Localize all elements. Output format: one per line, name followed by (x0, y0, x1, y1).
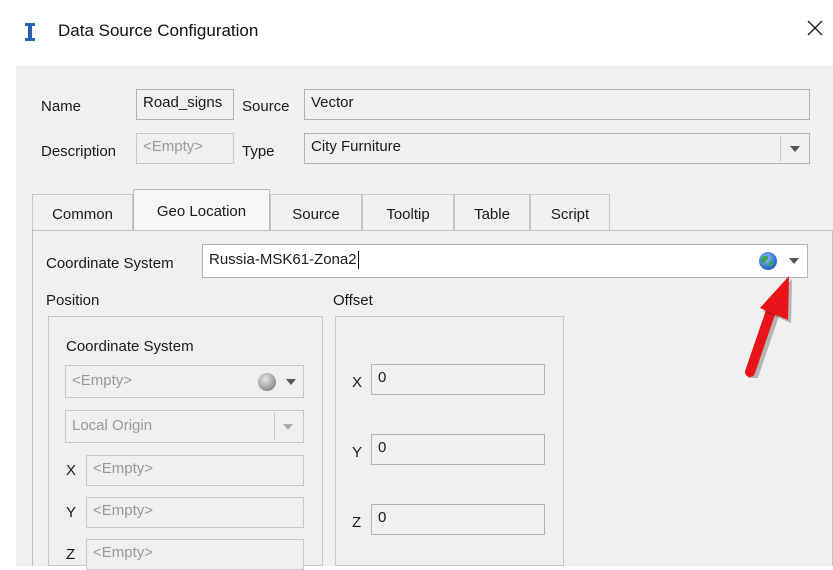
tab-tooltip[interactable]: Tooltip (362, 194, 454, 230)
tab-geo-location[interactable]: Geo Location (133, 189, 270, 231)
position-x-label: X (66, 462, 77, 479)
position-x-field[interactable]: <Empty> (86, 455, 304, 486)
offset-label: Offset (333, 292, 373, 309)
offset-y-field[interactable]: 0 (371, 434, 545, 465)
name-label: Name (41, 98, 82, 115)
red-arrow-icon (745, 276, 792, 378)
app-i-icon (25, 23, 35, 41)
offset-z-label: Z (352, 514, 362, 531)
coordinate-system-dropdown-arrow[interactable] (789, 258, 799, 264)
origin-dropdown[interactable]: Local Origin (65, 410, 304, 443)
source-label: Source (242, 98, 290, 115)
origin-dropdown-separator (274, 413, 275, 440)
name-field[interactable]: Road_signs (136, 89, 234, 120)
description-label: Description (41, 143, 117, 160)
chevron-down-icon[interactable] (790, 146, 800, 152)
offset-x-label: X (352, 374, 363, 391)
position-label: Position (46, 292, 100, 309)
tab-table[interactable]: Table (454, 194, 530, 230)
offset-z-field[interactable]: 0 (371, 504, 545, 535)
position-y-label: Y (66, 504, 77, 521)
tab-script[interactable]: Script (530, 194, 610, 230)
position-cs-value: <Empty> (72, 372, 133, 389)
type-dropdown[interactable]: City Furniture (304, 133, 810, 164)
origin-value: Local Origin (72, 417, 153, 434)
coordinate-system-value: Russia-MSK61-Zona2 (209, 251, 357, 268)
close-icon[interactable] (804, 17, 826, 39)
coordinate-system-combobox[interactable]: Russia-MSK61-Zona2 (202, 244, 808, 278)
position-cs-dropdown-arrow[interactable] (286, 379, 296, 385)
title-bar: Data Source Configuration (0, 0, 833, 66)
position-z-label: Z (66, 546, 76, 563)
type-dropdown-separator (780, 136, 781, 161)
offset-x-field[interactable]: 0 (371, 364, 545, 395)
type-label: Type (242, 143, 275, 160)
text-cursor (357, 251, 359, 270)
tab-source[interactable]: Source (270, 194, 362, 230)
origin-chevron-down-icon[interactable] (283, 424, 293, 430)
description-field[interactable]: <Empty> (136, 133, 234, 164)
source-field[interactable]: Vector (304, 89, 810, 120)
coordinate-system-label: Coordinate System (46, 255, 174, 272)
globe-disabled-icon (258, 373, 276, 391)
tab-common[interactable]: Common (32, 194, 133, 230)
position-z-field[interactable]: <Empty> (86, 539, 304, 570)
type-value: City Furniture (311, 138, 402, 155)
offset-y-label: Y (352, 444, 363, 461)
window-title: Data Source Configuration (58, 21, 259, 40)
position-coordinate-system-label: Coordinate System (66, 338, 194, 355)
position-y-field[interactable]: <Empty> (86, 497, 304, 528)
